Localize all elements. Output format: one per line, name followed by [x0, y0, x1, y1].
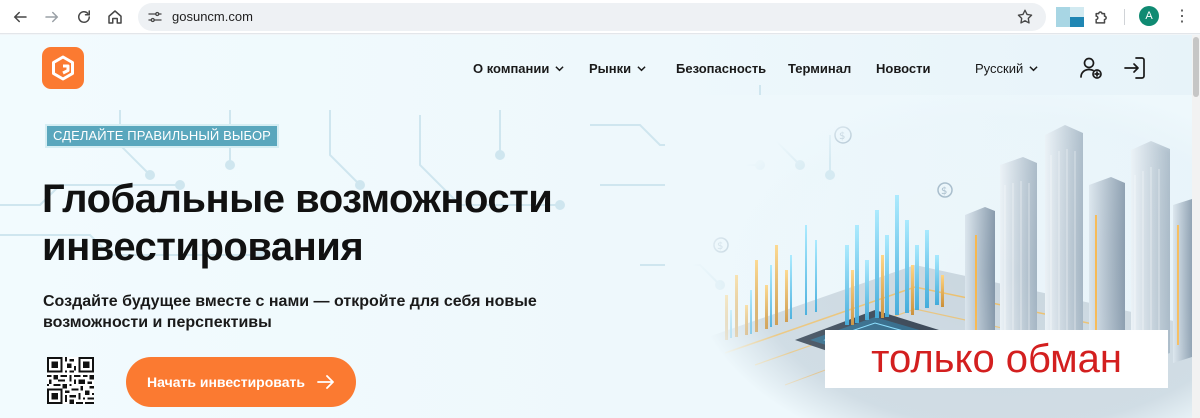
forward-icon[interactable] — [40, 5, 64, 29]
hero-title: Глобальные возможности инвестирования — [42, 177, 553, 269]
register-user-icon[interactable] — [1078, 55, 1104, 81]
home-icon[interactable] — [103, 5, 127, 29]
arrow-right-icon — [317, 375, 334, 389]
start-investing-button[interactable]: Начать инвестировать — [126, 357, 356, 407]
watermark-overlay: только обман — [825, 330, 1168, 388]
nav-item-company[interactable]: О компании — [473, 61, 564, 76]
site-settings-icon[interactable] — [146, 8, 164, 26]
qr-code[interactable] — [47, 357, 94, 404]
url-text: gosuncm.com — [172, 9, 253, 24]
browser-toolbar: gosuncm.com A ⋮ — [0, 0, 1200, 34]
address-bar[interactable]: gosuncm.com — [138, 3, 1046, 31]
language-selector[interactable]: Русский — [975, 61, 1038, 76]
reload-icon[interactable] — [72, 5, 96, 29]
chevron-down-icon — [555, 66, 564, 72]
chevron-down-icon — [1029, 66, 1038, 72]
hero-tagline-badge: СДЕЛАЙТЕ ПРАВИЛЬНЫЙ ВЫБОР — [45, 124, 279, 148]
extension-icon[interactable] — [1056, 7, 1084, 27]
star-icon[interactable] — [1016, 8, 1034, 26]
toolbar-separator — [1124, 9, 1125, 25]
nav-item-security[interactable]: Безопасность — [676, 61, 766, 76]
menu-kebab-icon[interactable]: ⋮ — [1172, 6, 1192, 28]
brand-logo[interactable] — [42, 47, 84, 89]
back-icon[interactable] — [8, 5, 32, 29]
scrollbar-thumb[interactable] — [1193, 37, 1199, 97]
page-scrollbar[interactable] — [1192, 35, 1200, 418]
nav-item-terminal[interactable]: Терминал — [788, 61, 851, 76]
login-icon[interactable] — [1122, 55, 1148, 81]
profile-avatar[interactable]: A — [1139, 6, 1159, 26]
hero-subtitle: Создайте будущее вместе с нами — откройт… — [43, 293, 537, 331]
chevron-down-icon — [637, 66, 646, 72]
web-page: О компании Рынки Безопасность Терминал Н… — [0, 35, 1192, 418]
extensions-puzzle-icon[interactable] — [1092, 7, 1112, 27]
brand-logo-icon — [52, 55, 74, 81]
nav-item-news[interactable]: Новости — [876, 61, 931, 76]
nav-item-markets[interactable]: Рынки — [589, 61, 646, 76]
